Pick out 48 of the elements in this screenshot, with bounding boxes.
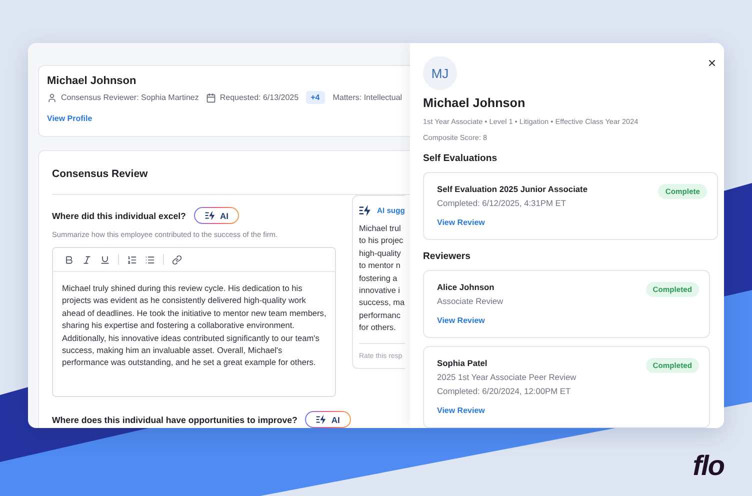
user-icon (47, 92, 57, 102)
ai-button[interactable]: AI (305, 411, 351, 428)
question-text: Where did this individual excel? (52, 210, 186, 220)
question-text: Where does this individual have opportunities to improve? (52, 414, 298, 424)
section-heading: Self Evaluations (423, 153, 498, 164)
consensus-reviewer: Consensus Reviewer: Sophia Martinez (61, 93, 199, 102)
lightning-icon (359, 204, 372, 217)
lightning-icon (316, 414, 328, 425)
suggestion-text-line: success, ma (359, 297, 405, 310)
suggestion-text-line: to mentor n (359, 260, 402, 272)
bullet-list-icon (145, 254, 155, 264)
calendar-icon (206, 92, 216, 102)
view-review-link[interactable]: View Review (437, 218, 485, 227)
section-heading: Reviewers (423, 251, 472, 262)
requested-date: Requested: 6/13/2025 (220, 93, 299, 102)
view-review-link[interactable]: View Review (437, 316, 485, 325)
editor-text: Michael truly shined during this review cycle. His dedication to his projects was evident as he consistently delivered high-quality work ahead of deadlines. He took the initiative to mentor new team members, sharing his expertise and fostering a collaborative environment. Additionally, his innovative ideas contributed significantly to our team's success, making him an invaluable asset. Overall, Michael's performance was outstanding, and he set a great example for others. (61, 282, 328, 369)
lightning-icon (204, 210, 216, 221)
avatar-initials: MJ (423, 56, 457, 90)
suggestion-text-line: for others. (359, 322, 397, 334)
evaluation-detail: Completed: 6/20/2024, 12:00PM ET (437, 386, 572, 396)
underline-icon (100, 254, 110, 264)
evaluation-detail: Completed: 6/12/2025, 4:31PM ET (437, 198, 567, 208)
italic-icon (82, 254, 92, 264)
link-icon (172, 254, 182, 264)
suggestion-text-line: fostering a (359, 272, 398, 285)
matters: Matters: Intellectual (332, 93, 402, 102)
suggestion-text-line: innovative i (359, 285, 401, 298)
view-profile-link[interactable]: View Profile (47, 114, 92, 123)
suggestion-text-line: Michael trul (359, 223, 402, 235)
count-badge: +4 (306, 91, 325, 104)
employee-name: Michael Johnson (47, 75, 138, 87)
evaluation-title: Self Evaluation 2025 Junior Associate (437, 184, 588, 194)
ai-button[interactable]: AI (194, 207, 240, 224)
evaluation-title: Alice Johnson (437, 282, 496, 292)
close-button[interactable] (707, 58, 717, 68)
suggestion-text-line: high-quality (359, 248, 402, 260)
text-editor[interactable] (52, 247, 336, 397)
bold-icon (64, 254, 74, 264)
drawer-name: Michael Johnson (423, 96, 526, 110)
numbered-list-icon (127, 254, 137, 264)
view-review-link[interactable]: View Review (437, 406, 485, 415)
suggestion-text-line: performanc (359, 310, 402, 322)
evaluation-title: Sophia Patel (437, 358, 488, 368)
brand-logo: flo (692, 450, 724, 482)
evaluation-detail: Associate Review (437, 296, 504, 306)
suggestion-text-line: to his projec (359, 235, 404, 248)
evaluation-detail: 2025 1st Year Associate Peer Review (437, 372, 576, 382)
